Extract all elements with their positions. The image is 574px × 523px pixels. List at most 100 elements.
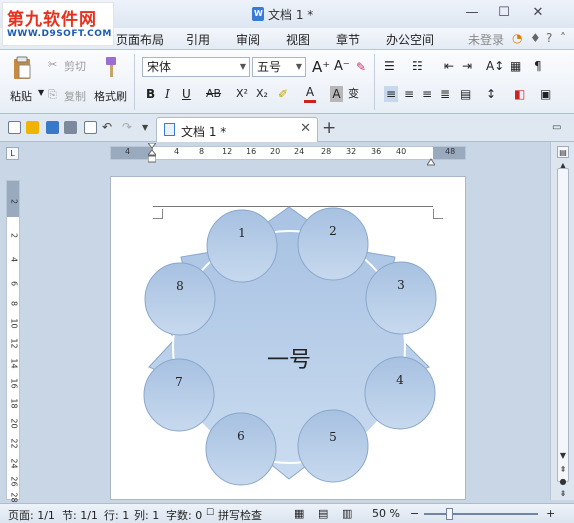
new-tab-icon[interactable]: + — [322, 118, 336, 138]
zoom-value[interactable]: 50 % — [372, 507, 400, 520]
center-circle[interactable] — [172, 230, 406, 464]
scroll-down-icon[interactable]: ▼ — [557, 450, 569, 462]
node-5[interactable]: 5 — [297, 409, 369, 483]
bullet-list-icon[interactable]: ☰ — [384, 58, 395, 74]
node-8[interactable]: 8 — [144, 262, 216, 336]
font-size-select[interactable]: 五号 ▼ — [252, 57, 306, 77]
tab-list-icon[interactable]: ▭ — [552, 120, 561, 136]
spell-check-toggle[interactable]: 拼写检查 — [218, 507, 262, 523]
node-2[interactable]: 2 — [297, 207, 369, 281]
borders-icon[interactable]: ▣ — [540, 86, 551, 102]
login-link[interactable]: 未登录 — [468, 31, 504, 48]
bold-button[interactable]: B — [146, 86, 155, 102]
new-document-icon[interactable] — [8, 121, 21, 134]
paste-icon[interactable] — [12, 56, 32, 80]
indent-markers-icon[interactable] — [146, 142, 158, 163]
menu-chapter[interactable]: 章节 — [336, 31, 360, 48]
node-6[interactable]: 6 — [205, 412, 277, 486]
paste-button[interactable]: 粘贴 — [10, 88, 32, 104]
paste-dropdown-icon[interactable]: ▼ — [38, 88, 44, 97]
copy-button[interactable]: 复制 — [64, 88, 86, 104]
tab-document-1[interactable]: 文档 1 * ✕ — [156, 117, 318, 142]
status-section[interactable]: 节: 1/1 — [62, 507, 98, 523]
document-page[interactable]: 一号 1 2 3 4 5 6 7 8 — [110, 176, 466, 500]
menu-office-space[interactable]: 办公空间 — [386, 31, 434, 48]
text-direction-icon[interactable]: A↕ — [486, 58, 504, 74]
status-word-count[interactable]: 字数: 0 — [166, 507, 202, 523]
font-color-button[interactable]: A — [304, 84, 316, 103]
vertical-scrollbar[interactable]: ▤ ▲ ▼ ⇞ ● ⇟ — [550, 142, 574, 500]
italic-button[interactable]: I — [165, 86, 170, 102]
close-icon[interactable]: ✕ — [528, 4, 548, 22]
minimize-icon[interactable]: — — [462, 4, 482, 22]
distribute-icon[interactable]: ▤ — [460, 86, 471, 102]
maximize-icon[interactable]: ☐ — [494, 4, 514, 22]
print-preview-icon[interactable] — [84, 121, 97, 134]
highlight-icon[interactable]: ✐ — [278, 86, 288, 102]
web-view-icon[interactable]: ▥ — [342, 507, 352, 520]
open-icon[interactable] — [26, 121, 39, 134]
shrink-font-button[interactable]: A⁻ — [334, 59, 350, 75]
format-painter-button[interactable]: 格式刷 — [94, 88, 127, 104]
strikethrough-button[interactable]: AB — [206, 86, 221, 102]
help-icon[interactable]: ? — [546, 31, 552, 45]
menu-page-layout[interactable]: 页面布局 — [116, 31, 164, 48]
font-name-select[interactable]: 宋体 ▼ — [142, 57, 250, 77]
underline-button[interactable]: U — [182, 86, 191, 102]
char-shading-button[interactable]: A — [330, 86, 343, 102]
zoom-out-icon[interactable]: − — [410, 507, 419, 520]
shading-icon[interactable]: ◧ — [514, 86, 525, 102]
menu-view[interactable]: 视图 — [286, 31, 310, 48]
collapse-ribbon-icon[interactable]: ˄ — [560, 31, 566, 45]
menu-references[interactable]: 引用 — [186, 31, 210, 48]
quick-access-menu-icon[interactable]: ▼ — [142, 120, 148, 136]
decrease-indent-icon[interactable]: ⇤ — [444, 58, 454, 74]
line-spacing-icon[interactable]: ↕ — [486, 86, 496, 102]
node-7[interactable]: 7 — [143, 358, 215, 432]
align-right-icon[interactable]: ≡ — [422, 86, 432, 102]
checkbox-icon[interactable]: ☐ — [206, 508, 214, 518]
grow-font-button[interactable]: A⁺ — [312, 59, 330, 75]
increase-indent-icon[interactable]: ⇥ — [462, 58, 472, 74]
node-3[interactable]: 3 — [365, 261, 437, 335]
zoom-in-icon[interactable]: + — [546, 507, 555, 520]
menu-review[interactable]: 审阅 — [236, 31, 260, 48]
show-marks-icon[interactable]: ¶ — [534, 58, 542, 74]
cut-icon[interactable]: ✂ — [48, 58, 57, 71]
previous-page-icon[interactable]: ⇞ — [557, 464, 569, 476]
scrollbar-thumb[interactable] — [557, 168, 569, 482]
save-icon[interactable] — [46, 121, 59, 134]
phonetic-guide-button[interactable]: 变 — [348, 86, 359, 102]
align-center-icon[interactable]: ≡ — [404, 86, 414, 102]
zoom-slider-handle[interactable] — [446, 508, 453, 520]
outline-view-icon[interactable]: ▤ — [318, 507, 328, 520]
close-tab-icon[interactable]: ✕ — [300, 121, 311, 136]
select-browse-object-icon[interactable]: ● — [557, 476, 569, 488]
copy-icon[interactable]: ⎘ — [48, 88, 57, 102]
subscript-button[interactable]: X₂ — [256, 86, 268, 102]
superscript-button[interactable]: X² — [236, 86, 248, 102]
next-page-icon[interactable]: ⇟ — [557, 488, 569, 500]
format-painter-icon[interactable] — [102, 56, 120, 78]
horizontal-ruler[interactable]: 4 4 8 12 16 20 24 28 32 36 40 48 — [110, 146, 466, 160]
align-left-icon[interactable]: ≡ — [384, 86, 398, 102]
node-1[interactable]: 1 — [206, 209, 278, 283]
print-icon[interactable] — [64, 121, 77, 134]
skin-icon[interactable]: ◔ — [512, 31, 522, 45]
node-4[interactable]: 4 — [364, 356, 436, 430]
tab-stop-selector[interactable]: L — [6, 147, 19, 160]
vertical-ruler[interactable]: 2 2 4 6 8 10 12 14 16 18 20 22 24 26 28 — [6, 180, 20, 503]
page-view-icon[interactable]: ▦ — [294, 507, 304, 520]
clear-format-icon[interactable]: ✎ — [356, 59, 366, 75]
numbered-list-icon[interactable]: ☷ — [412, 58, 423, 74]
document-map-icon[interactable]: ▤ — [557, 146, 569, 158]
right-indent-marker-icon[interactable] — [426, 155, 436, 166]
zoom-slider-track[interactable] — [424, 513, 538, 515]
status-page[interactable]: 页面: 1/1 — [8, 507, 55, 523]
undo-icon[interactable]: ↶ — [102, 119, 112, 135]
justify-icon[interactable]: ≣ — [440, 86, 450, 102]
cut-button[interactable]: 剪切 — [64, 58, 86, 74]
table-icon[interactable]: ▦ — [510, 58, 521, 74]
redo-icon[interactable]: ↷ — [122, 119, 132, 135]
shirt-icon[interactable]: ♦ — [530, 31, 541, 45]
